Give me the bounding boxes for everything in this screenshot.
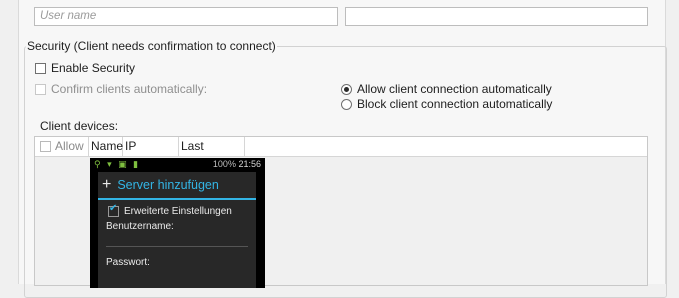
phone-screenshot: ⚲ ▾ ▣ ▮ 100% 21:56 + Server hinzufügen E… [90, 158, 265, 288]
username-input[interactable]: User name [34, 7, 338, 26]
allow-radio-label: Allow client connection automatically [357, 82, 552, 96]
phone-status-bar: ⚲ ▾ ▣ ▮ 100% 21:56 [90, 158, 265, 170]
radio-selected-icon [341, 83, 352, 95]
username-field [106, 238, 248, 247]
column-allow[interactable]: Allow [35, 137, 89, 156]
password-label: Passwort: [106, 257, 150, 268]
password-input[interactable] [345, 7, 648, 26]
confirm-clients-label: Confirm clients automatically: [51, 82, 208, 96]
column-name[interactable]: Name [89, 137, 123, 156]
dialog-title: + Server hinzufügen [102, 176, 219, 193]
enable-security-checkbox[interactable]: Enable Security [35, 61, 135, 75]
checked-icon [108, 203, 119, 217]
block-radio[interactable]: Block client connection automatically [341, 97, 552, 111]
radio-icon [341, 98, 352, 110]
phone-status-right: 100% 21:56 [212, 159, 261, 169]
username-label: Benutzername: [106, 221, 174, 232]
notification-icons: ⚲ ▾ ▣ ▮ [94, 158, 141, 169]
column-last-access[interactable]: Last access [179, 137, 245, 172]
enable-security-label: Enable Security [51, 61, 136, 75]
plus-icon: + [102, 176, 112, 193]
advanced-settings-checkbox: Erweiterte Einstellungen [98, 200, 256, 217]
checkbox-box [35, 83, 46, 95]
security-legend: Security (Client needs confirmation to c… [26, 39, 277, 53]
allow-radio[interactable]: Allow client connection automatically [341, 82, 552, 96]
select-all-checkbox[interactable] [40, 141, 51, 152]
grid-header: Allow Name IP address Last access [35, 137, 647, 172]
client-devices-label: Client devices: [40, 119, 119, 133]
confirm-clients-checkbox[interactable]: Confirm clients automatically: [35, 82, 207, 96]
block-radio-label: Block client connection automatically [357, 97, 553, 111]
android-dialog: + Server hinzufügen Erweiterte Einstellu… [98, 172, 256, 288]
checkbox-box [35, 62, 46, 74]
column-ip[interactable]: IP address [123, 137, 179, 172]
